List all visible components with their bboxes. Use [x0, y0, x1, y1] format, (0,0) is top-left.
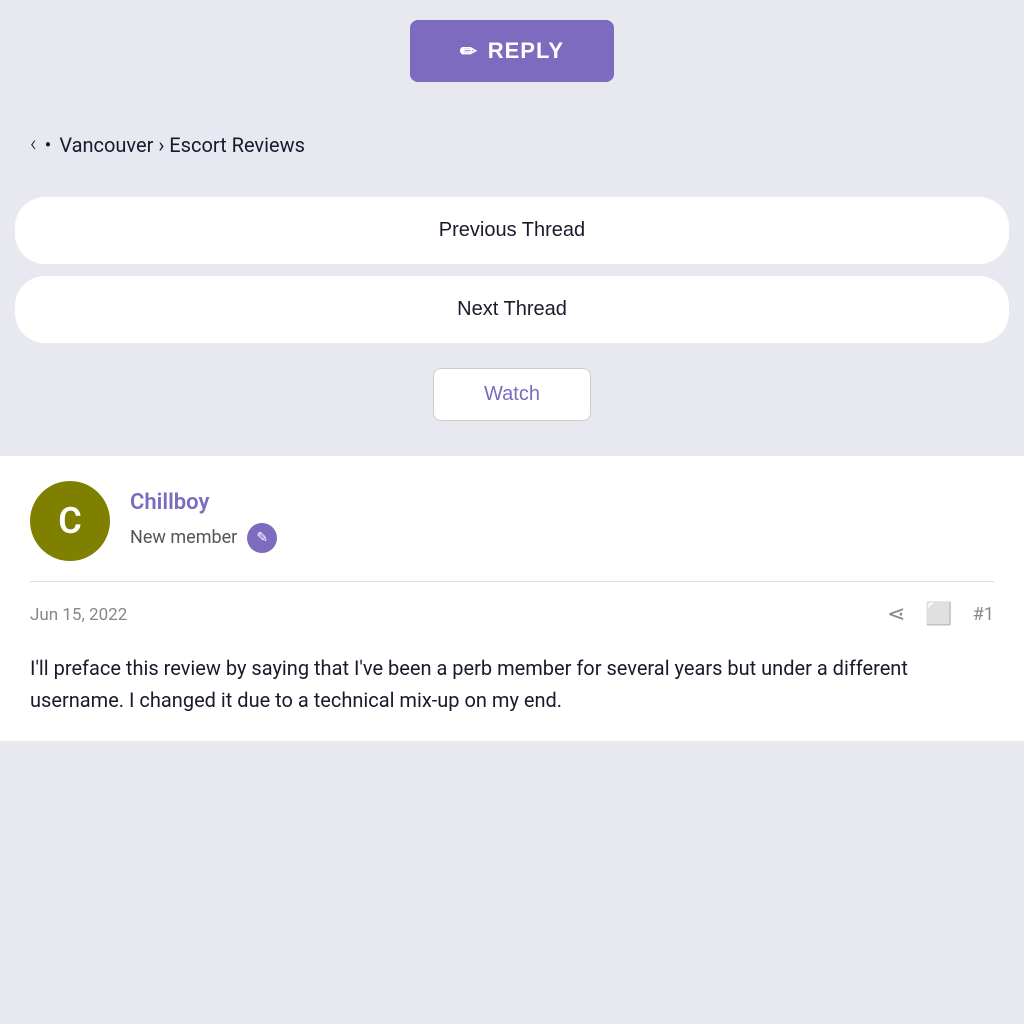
divider — [30, 581, 994, 582]
role-badge-icon: ✎ — [256, 530, 268, 546]
watch-button[interactable]: Watch — [433, 368, 591, 421]
breadcrumb: ‹ • Vancouver › Escort Reviews — [0, 112, 1024, 177]
watch-section: Watch — [0, 353, 1024, 446]
reply-button-label: REPLY — [488, 38, 564, 64]
post-date: Jun 15, 2022 — [30, 605, 127, 625]
breadcrumb-text[interactable]: Vancouver › Escort Reviews — [59, 133, 305, 157]
user-role-label: New member — [130, 527, 237, 548]
role-badge: ✎ — [247, 523, 277, 553]
next-thread-button[interactable]: Next Thread — [15, 276, 1009, 343]
bookmark-icon[interactable]: ⬜ — [925, 602, 952, 627]
user-details: Chillboy New member ✎ — [130, 490, 277, 553]
share-icon[interactable]: ⋖ — [887, 602, 905, 627]
user-info: C Chillboy New member ✎ — [30, 481, 994, 581]
back-icon[interactable]: ‹ — [30, 132, 37, 157]
post-number: #1 — [973, 604, 994, 625]
post-actions: ⋖ ⬜ #1 — [887, 602, 994, 627]
post-content: I'll preface this review by saying that … — [30, 652, 994, 716]
edit-icon: ✏ — [460, 39, 478, 64]
breadcrumb-dot: • — [45, 133, 52, 157]
post-section: C Chillboy New member ✎ Jun 15, 2022 ⋖ ⬜… — [0, 456, 1024, 741]
nav-buttons-section: Previous Thread Next Thread — [0, 177, 1024, 353]
reply-button[interactable]: ✏ REPLY — [410, 20, 614, 82]
avatar[interactable]: C — [30, 481, 110, 561]
username[interactable]: Chillboy — [130, 490, 277, 515]
previous-thread-button[interactable]: Previous Thread — [15, 197, 1009, 264]
reply-section: ✏ REPLY — [0, 0, 1024, 112]
user-role-row: New member ✎ — [130, 523, 277, 553]
post-meta: Jun 15, 2022 ⋖ ⬜ #1 — [30, 602, 994, 627]
